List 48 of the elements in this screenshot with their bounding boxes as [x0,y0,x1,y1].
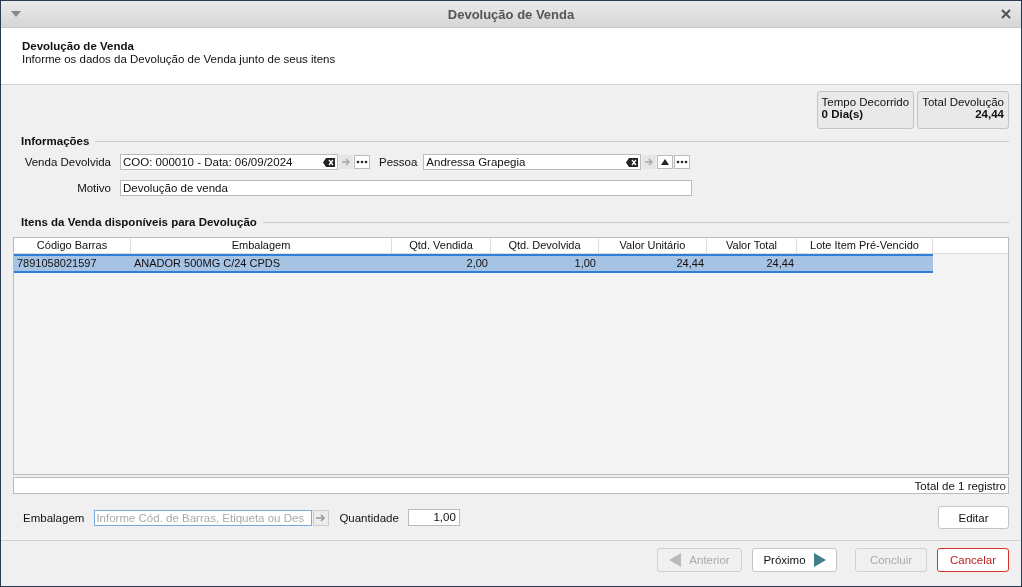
table-cell-text: ANADOR 500MG C/24 CPDS [133,256,282,271]
table-cell-text: 1,00 [573,256,597,271]
column-header[interactable]: Lote Item Pré-Vencido [797,238,933,253]
window-title: Devolução de Venda [447,6,575,22]
header-title: Devolução de Venda [22,40,134,52]
table-cell-text: 2,00 [465,256,489,271]
field-label: Embalagem [23,511,85,524]
summary-value: 24,44 [975,108,1004,120]
header-subtitle: Informe os dados da Devolução de Venda junto de seus itens [22,53,336,65]
cancel-button[interactable]: Cancelar [937,548,1009,572]
lookup-field[interactable]: Andressa Grapegia [423,154,642,170]
text-field[interactable]: Devolução de venda [120,180,692,196]
table-cell-text: 24,44 [765,256,795,271]
summary-value: 0 Dia(s) [821,108,864,120]
more-icon[interactable] [354,155,370,169]
edit-button[interactable]: Editar [938,506,1009,529]
dropdown-icon[interactable] [11,11,21,17]
clear-icon[interactable] [323,157,335,167]
column-header[interactable]: Qtd. Vendida [392,238,491,253]
section-heading: Informações [21,135,90,147]
table-cell-text: 24,44 [675,256,705,271]
summary-label: Tempo Decorrido [821,96,910,108]
table-row[interactable]: 7891058021597 ANADOR 500MG C/24 CPDS 2,00 1,00 24,44 24,44 [14,254,933,273]
record-count: Total de 1 registro [914,479,1006,492]
next-button[interactable]: Próximo [752,548,837,572]
column-header[interactable]: Valor Total [707,238,797,253]
field-label: Venda Devolvida [23,156,111,168]
table-cell-text: 7891058021597 [16,256,98,271]
triangle-up-icon[interactable] [657,155,674,169]
column-header[interactable]: Código Barras [14,238,131,253]
column-header[interactable]: Qtd. Devolvida [491,238,599,253]
column-header[interactable]: Valor Unitário [599,238,707,253]
field-value: Andressa Grapegia [426,156,526,168]
field-label: Quantidade [339,511,399,524]
lookup-field[interactable]: COO: 000010 - Data: 06/09/2024 [120,154,338,170]
section-heading: Itens da Venda disponíveis para Devolução [21,216,257,228]
summary-label: Total Devolução [922,96,1004,108]
field-label: Pessoa [379,156,418,168]
barcode-field[interactable]: Informe Cód. de Barras, Etiqueta ou Des [94,509,313,526]
triangle-right-icon [813,553,826,567]
quantity-field[interactable]: 1,00 [407,509,460,526]
field-value: COO: 000010 - Data: 06/09/2024 [123,156,293,168]
column-header[interactable]: Embalagem [131,238,392,253]
more-icon[interactable] [674,155,691,169]
field-label: Motivo [76,182,111,194]
triangle-left-icon [669,553,682,567]
close-icon[interactable] [1001,9,1011,19]
clear-icon[interactable] [626,157,639,167]
